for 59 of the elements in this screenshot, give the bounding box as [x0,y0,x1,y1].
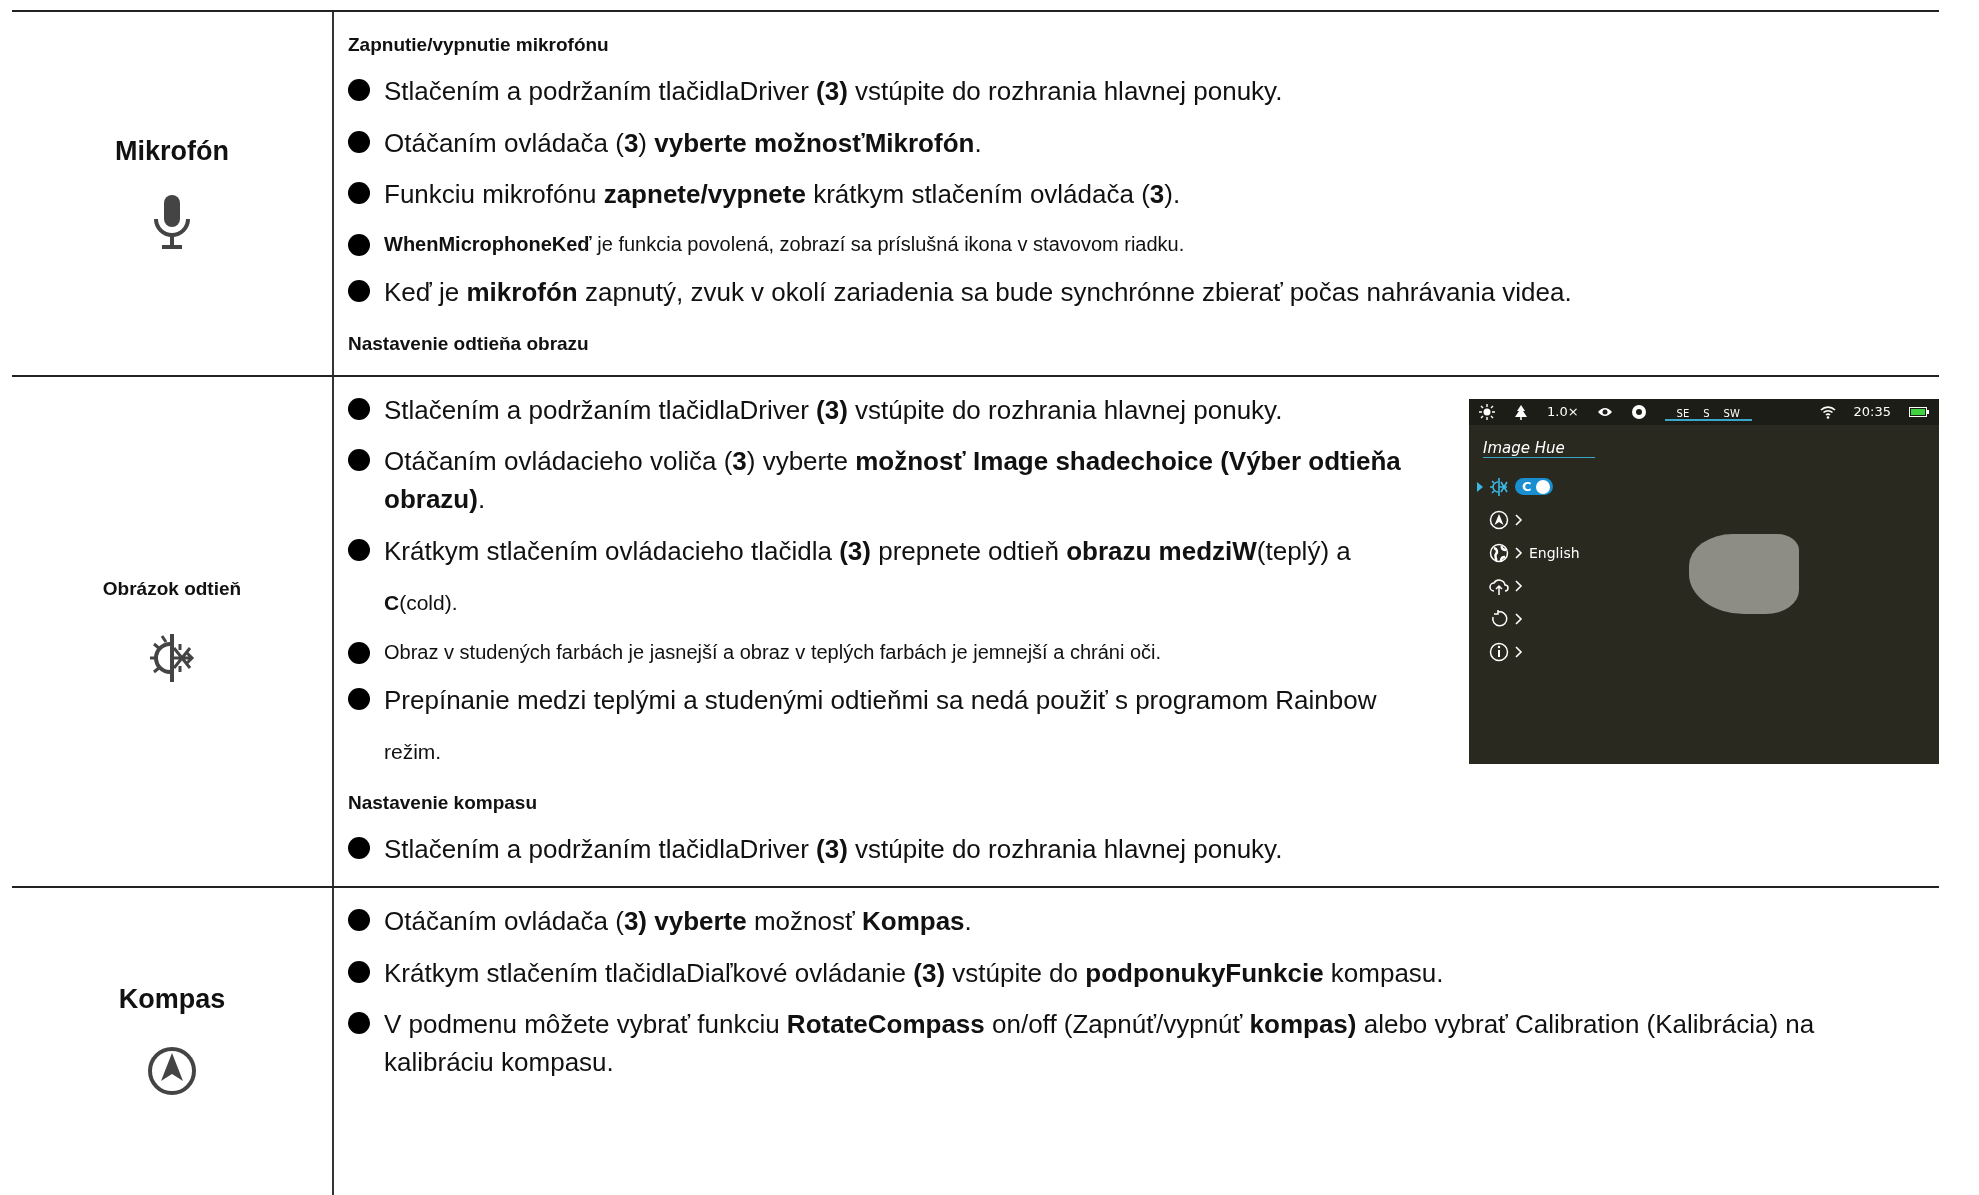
instruction-text: Stlačením a podržaním tlačidlaDriver (3) vstúpite do rozhrania hlavnej ponuky. [384,75,1283,108]
bullet-dot [348,642,370,665]
sun-icon [1479,403,1495,420]
sun-snowflake-icon[interactable] [1489,476,1509,497]
compass-icon[interactable] [1489,509,1509,530]
instruction-text: Otáčaním ovládača (3) vyberte možnosťMikrofón. [384,126,982,160]
bullet-dot [348,538,370,561]
instruction-text: Keď je mikrofón zapnutý, zvuk v okolí zariadenia sa bude synchrónne zbierať počas nahrávania videa. [384,276,1572,310]
bullet-dot [348,837,370,860]
bullet-dot [348,182,370,205]
section-heading: Zapnutie/vypnutie mikrofónu [348,34,610,56]
reset-icon[interactable] [1489,608,1509,629]
battery-icon [1909,406,1929,417]
chevron-right-icon [1515,513,1523,526]
instruction-text: režim. [384,738,443,765]
compass-heading: SW [1723,408,1740,420]
instruction-text: Stlačením a podržaním tlačidlaDriver (3) vstúpite do rozhrania hlavnej ponuky. [384,833,1283,867]
chevron-right-icon [1515,645,1523,658]
instruction-text: Obraz v studených farbách je jasnejší a obraz v teplých farbách je jemnejší a chráni oči. [384,640,1162,666]
section-heading: Nastavenie kompasu [348,792,539,815]
wifi-icon [1819,403,1836,420]
zoom-level: 1.0× [1547,404,1579,420]
instruction-text: V podmenu môžete vybrať funkciu RotateCompass on/off (Zapnúť/vypnúť kompas) alebo vybrať Calibration (Kalibrácia) na kalibráciu kompasu. [384,1008,1816,1080]
compass-heading: S [1703,408,1710,420]
bullet-dot [348,397,370,420]
bullet-dot [348,1012,370,1035]
instruction-text: Otáčaním ovládacieho voliča (3) vyberte možnosť Image shadechoice (Výber odtieňa obrazu). [384,445,1402,517]
menu-value: English [1529,544,1580,561]
info-icon[interactable] [1489,641,1509,662]
instruction-text: Stlačením a podržaním tlačidlaDriver (3) vstúpite do rozhrania hlavnej ponuky. [384,393,1283,427]
row-label: Obrázok odtieň [102,578,242,601]
instruction-text: WhenMicrophoneKeď je funkcia povolená, zobrazí sa príslušná ikona v stavovom riadku. [384,232,1185,258]
bullet-dot [348,449,370,472]
bullet-dot [348,234,370,257]
aperture-icon [1630,403,1647,420]
bullet-dot [348,688,370,711]
instruction-text: Prepínanie medzi teplými a studenými odtieňmi sa nedá použiť s programom Rainbow [384,684,1377,718]
bullet-dot [348,280,370,303]
instruction-text: Funkciu mikrofónu zapnete/vypnete krátkym stlačením ovládača (3). [384,178,1181,212]
menu-title: Image Hue [1483,438,1595,458]
section-heading: Nastavenie odtieňa obrazu [348,332,590,355]
instruction-text: Krátkym stlačením ovládacieho tlačidla (3) prepnete odtieň obrazu medziW(teplý) a [384,534,1351,568]
bullet-dot [348,960,370,983]
row-label: Mikrofón [115,135,229,167]
row-label: Kompas [118,984,226,1016]
toggle-switch[interactable]: C [1515,478,1553,496]
bullet-dot [348,909,370,932]
bullet-dot [348,79,370,101]
globe-icon[interactable] [1489,542,1509,563]
clock-time: 20:35 [1853,404,1891,420]
chevron-right-icon [1515,579,1523,592]
compass-heading: SE [1676,408,1690,420]
bullet-dot [348,130,370,153]
instruction-text: Otáčaním ovládača (3) vyberte možnosť Kompas. [384,905,972,939]
tree-icon [1513,403,1529,420]
instruction-text: Krátkym stlačením tlačidlaDiaľkové ovládanie (3) vstúpite do podponukyFunkcie kompasu. [384,956,1444,990]
chevron-right-icon [1515,612,1523,625]
chevron-right-icon [1515,546,1523,559]
instruction-text: C(cold). [384,589,459,616]
